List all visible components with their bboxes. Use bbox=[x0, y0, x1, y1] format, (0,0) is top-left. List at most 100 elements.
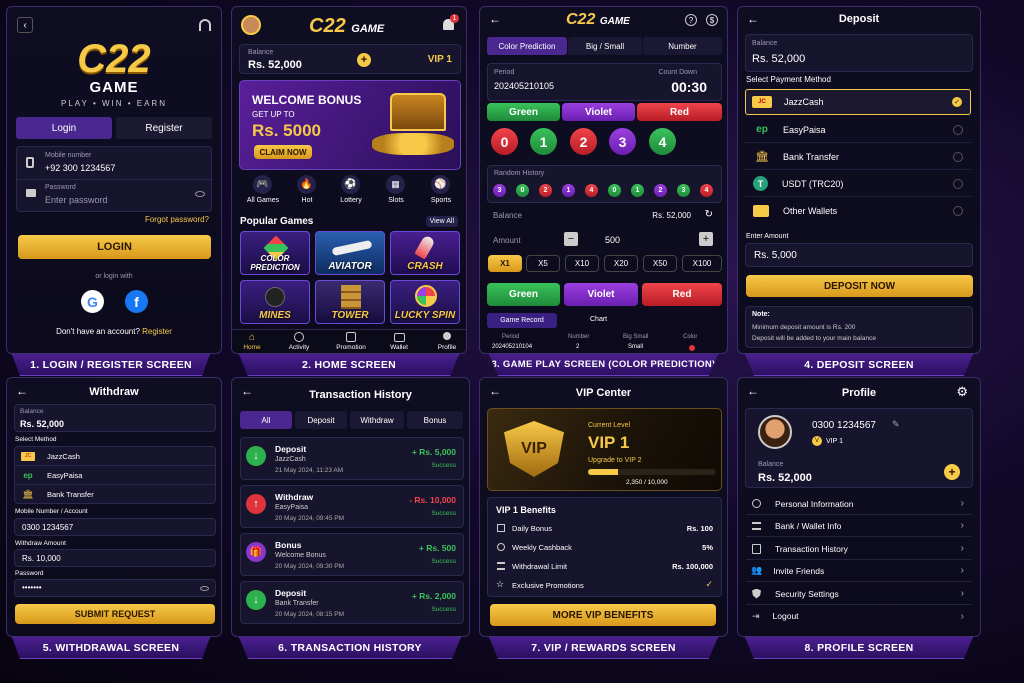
welcome-bonus-banner[interactable]: WELCOME BONUS GET UP TO Rs. 5000 CLAIM N… bbox=[239, 80, 461, 170]
confirm-violet-button[interactable]: Violet bbox=[564, 283, 638, 306]
back-arrow-icon[interactable]: ← bbox=[489, 12, 501, 26]
menu-personal-information[interactable]: Personal Information › bbox=[746, 493, 972, 515]
google-icon[interactable]: G bbox=[81, 290, 104, 313]
nav-profile[interactable]: Profile bbox=[431, 344, 463, 351]
category-slots[interactable]: Slots bbox=[372, 197, 420, 204]
confirm-red-button[interactable]: Red bbox=[642, 283, 722, 306]
history-tab-bonus[interactable]: Bonus bbox=[407, 411, 463, 429]
method-easypaisa[interactable]: ep EasyPaisa bbox=[745, 117, 971, 143]
game-crash[interactable]: CRASH bbox=[390, 231, 460, 275]
home-icon[interactable]: ⌂ bbox=[246, 332, 258, 343]
plus-button[interactable]: + bbox=[699, 232, 713, 246]
nav-home[interactable]: Home bbox=[236, 344, 268, 351]
transaction-item[interactable]: ↓ Deposit Bank Transfer 20 May 2024, 08:… bbox=[240, 581, 464, 624]
withdraw-password-input[interactable]: ••••••• bbox=[14, 579, 216, 597]
method-usdt[interactable]: T USDT (TRC20) bbox=[745, 171, 971, 197]
back-icon[interactable]: ‹ bbox=[17, 17, 33, 33]
register-link[interactable]: Register bbox=[142, 327, 172, 336]
menu-invite-friends[interactable]: 👥 Invite Friends › bbox=[746, 560, 972, 582]
fire-icon[interactable]: 🔥 bbox=[297, 175, 316, 194]
radio-usdt[interactable] bbox=[953, 178, 963, 189]
forgot-password-link[interactable]: Forgot password? bbox=[145, 215, 209, 224]
multiplier-x50[interactable]: X50 bbox=[643, 255, 677, 272]
category-hot[interactable]: Hot bbox=[283, 197, 331, 204]
radio-easypaisa[interactable] bbox=[953, 124, 963, 135]
game-color-prediction[interactable]: COLOR PREDICTION bbox=[240, 231, 310, 275]
facebook-icon[interactable]: f bbox=[125, 290, 148, 313]
more-vip-benefits-button[interactable]: MORE VIP BENEFITS bbox=[490, 604, 716, 626]
category-sports[interactable]: Sports bbox=[417, 197, 465, 204]
number-ball-2[interactable]: 2 bbox=[570, 128, 597, 155]
add-funds-icon[interactable]: + bbox=[357, 53, 371, 67]
method-jazzcash[interactable]: JC JazzCash ✓ bbox=[745, 89, 971, 115]
wallet-coin-icon[interactable]: $ bbox=[706, 14, 718, 26]
number-ball-0[interactable]: 0 bbox=[491, 128, 518, 155]
confirm-green-button[interactable]: Green bbox=[487, 283, 560, 306]
withdraw-amount-input[interactable]: Rs. 10,000 bbox=[14, 549, 216, 567]
nav-promotion[interactable]: Promotion bbox=[331, 344, 371, 351]
tab-game-record[interactable]: Game Record bbox=[487, 313, 557, 328]
account-input[interactable]: 0300 1234567 bbox=[14, 518, 216, 536]
login-button[interactable]: LOGIN bbox=[18, 235, 211, 259]
number-ball-1[interactable]: 1 bbox=[530, 128, 557, 155]
nav-activity[interactable]: Activity bbox=[283, 344, 315, 351]
eye-icon[interactable] bbox=[195, 191, 205, 197]
withdraw-method-bank[interactable]: 🏛 Bank Transfer bbox=[15, 485, 215, 504]
profile-avatar[interactable] bbox=[758, 415, 792, 449]
game-lucky-spin[interactable]: LUCKY SPIN bbox=[390, 280, 460, 324]
menu-security-settings[interactable]: Security Settings › bbox=[746, 583, 972, 605]
multiplier-x1[interactable]: X1 bbox=[488, 255, 522, 272]
settings-gear-icon[interactable]: ⚙ bbox=[956, 384, 968, 400]
deposit-amount-input[interactable]: Rs. 5,000 bbox=[745, 243, 973, 267]
help-icon[interactable]: ? bbox=[685, 14, 697, 26]
multiplier-x100[interactable]: X100 bbox=[682, 255, 722, 272]
submit-request-button[interactable]: SUBMIT REQUEST bbox=[15, 604, 215, 624]
claim-now-button[interactable]: CLAIM NOW bbox=[254, 145, 312, 159]
gamepad-icon[interactable]: 🎮 bbox=[253, 175, 272, 194]
activity-icon[interactable] bbox=[294, 332, 304, 342]
bet-violet-button[interactable]: Violet bbox=[562, 103, 635, 121]
menu-logout[interactable]: ⇥ Logout › bbox=[746, 605, 972, 627]
radio-bank[interactable] bbox=[953, 151, 963, 162]
wallet-icon[interactable] bbox=[394, 333, 405, 342]
game-tower[interactable]: TOWER bbox=[315, 280, 385, 324]
slots-icon[interactable]: ▦ bbox=[386, 175, 405, 194]
lottery-icon[interactable]: ⚽ bbox=[341, 175, 360, 194]
game-mines[interactable]: MINES bbox=[240, 280, 310, 324]
category-lottery[interactable]: Lottery bbox=[327, 197, 375, 204]
view-all-button[interactable]: View All bbox=[425, 216, 458, 227]
refresh-icon[interactable]: ↻ bbox=[705, 209, 713, 220]
eye-icon[interactable] bbox=[200, 586, 209, 591]
tab-big-small[interactable]: Big / Small bbox=[568, 37, 642, 55]
mobile-field[interactable]: Mobile number +92 300 1234567 Password E… bbox=[16, 146, 212, 212]
category-all-games[interactable]: All Games bbox=[239, 197, 287, 204]
method-other-wallets[interactable]: Other Wallets bbox=[745, 198, 971, 224]
tab-number[interactable]: Number bbox=[643, 37, 722, 55]
number-ball-4[interactable]: 4 bbox=[649, 128, 676, 155]
withdraw-method-easypaisa[interactable]: ep EasyPaisa bbox=[15, 466, 215, 485]
avatar[interactable] bbox=[241, 15, 261, 35]
multiplier-x20[interactable]: X20 bbox=[604, 255, 638, 272]
minus-button[interactable]: − bbox=[564, 232, 578, 246]
method-bank-transfer[interactable]: 🏛 Bank Transfer bbox=[745, 144, 971, 170]
nav-wallet[interactable]: Wallet bbox=[383, 344, 415, 351]
profile-icon[interactable] bbox=[443, 332, 451, 340]
multiplier-x10[interactable]: X10 bbox=[565, 255, 599, 272]
number-ball-3[interactable]: 3 bbox=[609, 128, 636, 155]
radio-other[interactable] bbox=[953, 206, 963, 216]
transaction-item[interactable]: 🎁 Bonus Welcome Bonus 20 May 2024, 09:30… bbox=[240, 533, 464, 576]
bet-green-button[interactable]: Green bbox=[487, 103, 560, 121]
deposit-now-button[interactable]: DEPOSIT NOW bbox=[746, 275, 973, 297]
menu-transaction-history[interactable]: Transaction History › bbox=[746, 538, 972, 560]
bet-red-button[interactable]: Red bbox=[637, 103, 722, 121]
sports-icon[interactable]: ⚾ bbox=[431, 175, 450, 194]
transaction-item[interactable]: ↑ Withdraw EasyPaisa 20 May 2024, 09:45 … bbox=[240, 485, 464, 528]
transaction-item[interactable]: ↓ Deposit JazzCash 21 May 2024, 11:23 AM… bbox=[240, 437, 464, 480]
menu-bank-wallet-info[interactable]: Bank / Wallet Info › bbox=[746, 515, 972, 537]
tab-chart[interactable]: Chart bbox=[590, 316, 607, 323]
history-tab-withdraw[interactable]: Withdraw bbox=[350, 411, 404, 429]
add-funds-icon[interactable]: + bbox=[944, 464, 960, 480]
withdraw-method-jazzcash[interactable]: JC JazzCash bbox=[15, 447, 215, 466]
edit-icon[interactable]: ✎ bbox=[892, 419, 900, 430]
tab-register[interactable]: Register bbox=[116, 117, 212, 139]
